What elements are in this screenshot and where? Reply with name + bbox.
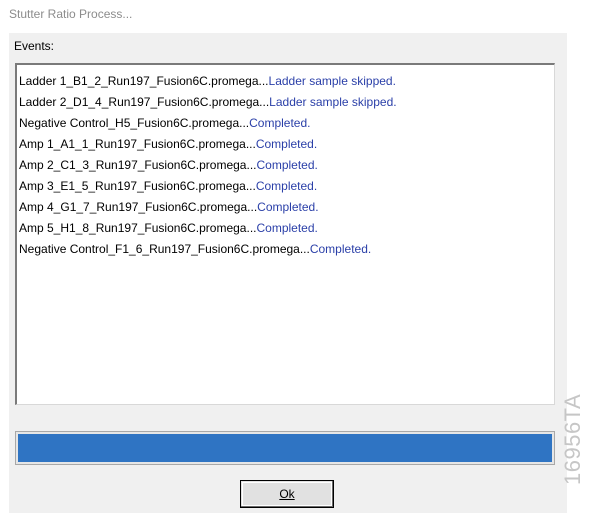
event-status: Completed. [257, 200, 319, 214]
figure-code: 16956TA [560, 393, 585, 485]
event-name: Amp 5_H1_8_Run197_Fusion6C.promega... [19, 221, 257, 235]
list-item: Negative Control_H5_Fusion6C.promega...C… [19, 113, 552, 134]
event-status: Ladder sample skipped. [268, 74, 396, 88]
event-name: Negative Control_F1_6_Run197_Fusion6C.pr… [19, 242, 310, 256]
list-item: Amp 5_H1_8_Run197_Fusion6C.promega...Com… [19, 218, 552, 239]
event-status: Completed. [249, 116, 311, 130]
list-item: Amp 2_C1_3_Run197_Fusion6C.promega...Com… [19, 155, 552, 176]
event-name: Ladder 2_D1_4_Run197_Fusion6C.promega... [19, 95, 270, 109]
event-name: Ladder 1_B1_2_Run197_Fusion6C.promega... [19, 74, 269, 88]
event-name: Amp 3_E1_5_Run197_Fusion6C.promega... [19, 179, 256, 193]
list-item: Ladder 2_D1_4_Run197_Fusion6C.promega...… [19, 92, 552, 113]
list-item: Amp 3_E1_5_Run197_Fusion6C.promega...Com… [19, 176, 552, 197]
event-status: Completed. [256, 158, 318, 172]
list-item: Amp 1_A1_1_Run197_Fusion6C.promega...Com… [19, 134, 552, 155]
event-status: Completed. [309, 242, 372, 256]
window-title: Stutter Ratio Process... [9, 7, 133, 21]
events-label: Events: [14, 39, 55, 53]
event-status: Completed. [255, 179, 318, 193]
ok-button[interactable]: Ok [240, 480, 334, 508]
list-item: Negative Control_F1_6_Run197_Fusion6C.pr… [19, 239, 552, 260]
event-status: Ladder sample skipped. [269, 95, 397, 109]
events-list[interactable]: Ladder 1_B1_2_Run197_Fusion6C.promega...… [15, 63, 555, 405]
event-name: Amp 1_A1_1_Run197_Fusion6C.promega... [19, 137, 256, 151]
progress-fill [18, 434, 552, 462]
event-name: Amp 2_C1_3_Run197_Fusion6C.promega... [19, 158, 257, 172]
progress-bar [15, 431, 555, 465]
list-item: Ladder 1_B1_2_Run197_Fusion6C.promega...… [19, 71, 552, 92]
event-status: Completed. [256, 221, 318, 235]
event-name: Negative Control_H5_Fusion6C.promega... [19, 116, 250, 130]
event-name: Amp 4_G1_7_Run197_Fusion6C.promega... [19, 200, 258, 214]
list-item: Amp 4_G1_7_Run197_Fusion6C.promega...Com… [19, 197, 552, 218]
dialog-panel: Events: Ladder 1_B1_2_Run197_Fusion6C.pr… [9, 33, 567, 513]
event-status: Completed. [255, 137, 318, 151]
